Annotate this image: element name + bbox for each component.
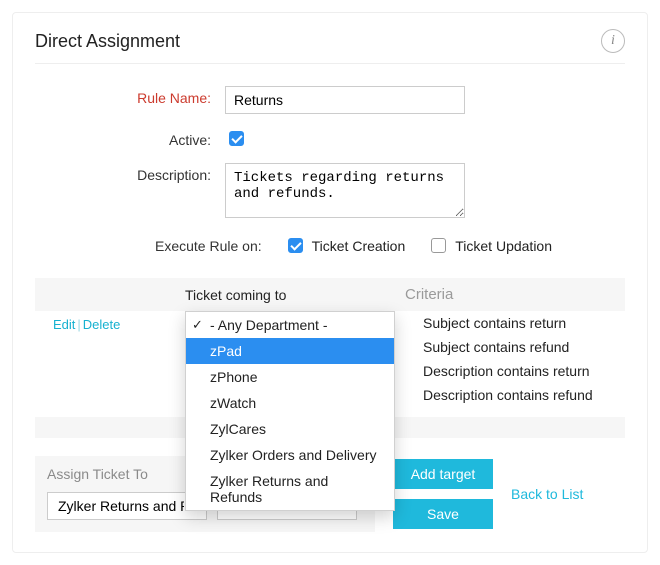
assign-department-select[interactable]: Zylker Returns and Refunds bbox=[47, 492, 207, 520]
criteria-item: Description contains return bbox=[423, 359, 615, 383]
dropdown-option[interactable]: zWatch bbox=[186, 390, 394, 416]
panel-header: Direct Assignment i bbox=[35, 29, 625, 63]
criteria-item: Description contains refund bbox=[423, 383, 615, 407]
row-description: Description: Tickets regarding returns a… bbox=[35, 163, 625, 221]
row-execute-on: Execute Rule on: Ticket Creation Ticket … bbox=[35, 235, 625, 256]
checkbox-creation[interactable] bbox=[288, 238, 303, 253]
rule-row-actions: Edit|Delete bbox=[45, 311, 115, 332]
department-dropdown-list[interactable]: - Any Department - zPadzPhonezWatchZylCa… bbox=[185, 311, 395, 511]
exec-updation-label: Ticket Updation bbox=[455, 238, 552, 254]
row-active: Active: bbox=[35, 128, 625, 149]
dropdown-option[interactable]: zPhone bbox=[186, 364, 394, 390]
criteria-item: Subject contains return bbox=[423, 311, 615, 335]
row-rule-name: Rule Name: bbox=[35, 86, 625, 114]
delete-link[interactable]: Delete bbox=[83, 317, 121, 332]
divider bbox=[35, 63, 625, 64]
criteria-item: Subject contains refund bbox=[423, 335, 615, 359]
rules-box: Ticket coming to Criteria Edit|Delete - … bbox=[35, 278, 625, 438]
dropdown-option[interactable]: Zylker Returns and Refunds bbox=[186, 468, 394, 510]
label-active: Active: bbox=[35, 128, 225, 148]
label-description: Description: bbox=[35, 163, 225, 183]
dropdown-option[interactable]: ZylCares bbox=[186, 416, 394, 442]
checkbox-updation[interactable] bbox=[431, 238, 446, 253]
dropdown-option[interactable]: zPad bbox=[186, 338, 394, 364]
save-button[interactable]: Save bbox=[393, 499, 493, 529]
back-to-list-link[interactable]: Back to List bbox=[511, 486, 583, 502]
direct-assignment-panel: Direct Assignment i Rule Name: Active: D… bbox=[12, 12, 648, 553]
rules-header: Ticket coming to Criteria bbox=[35, 278, 625, 311]
exec-ticket-creation[interactable]: Ticket Creation bbox=[284, 235, 406, 256]
col-criteria: Criteria bbox=[405, 286, 615, 303]
dropdown-option[interactable]: - Any Department - bbox=[186, 312, 394, 338]
edit-link[interactable]: Edit bbox=[53, 317, 75, 332]
add-target-button[interactable]: Add target bbox=[393, 459, 493, 489]
action-buttons: Add target Save bbox=[393, 459, 493, 529]
page-title: Direct Assignment bbox=[35, 31, 180, 52]
info-icon[interactable]: i bbox=[601, 29, 625, 53]
active-checkbox[interactable] bbox=[229, 131, 244, 146]
description-textarea[interactable]: Tickets regarding returns and refunds. bbox=[225, 163, 465, 218]
col-ticket-coming-to: Ticket coming to bbox=[185, 287, 405, 303]
exec-ticket-updation[interactable]: Ticket Updation bbox=[427, 235, 552, 256]
label-rule-name: Rule Name: bbox=[35, 86, 225, 106]
dropdown-option[interactable]: Zylker Orders and Delivery bbox=[186, 442, 394, 468]
exec-creation-label: Ticket Creation bbox=[312, 238, 406, 254]
rules-body: Edit|Delete - Any Department - zPadzPhon… bbox=[35, 311, 625, 417]
rule-name-input[interactable] bbox=[225, 86, 465, 114]
criteria-list: Subject contains returnSubject contains … bbox=[395, 311, 615, 407]
label-execute-on: Execute Rule on: bbox=[155, 238, 262, 254]
